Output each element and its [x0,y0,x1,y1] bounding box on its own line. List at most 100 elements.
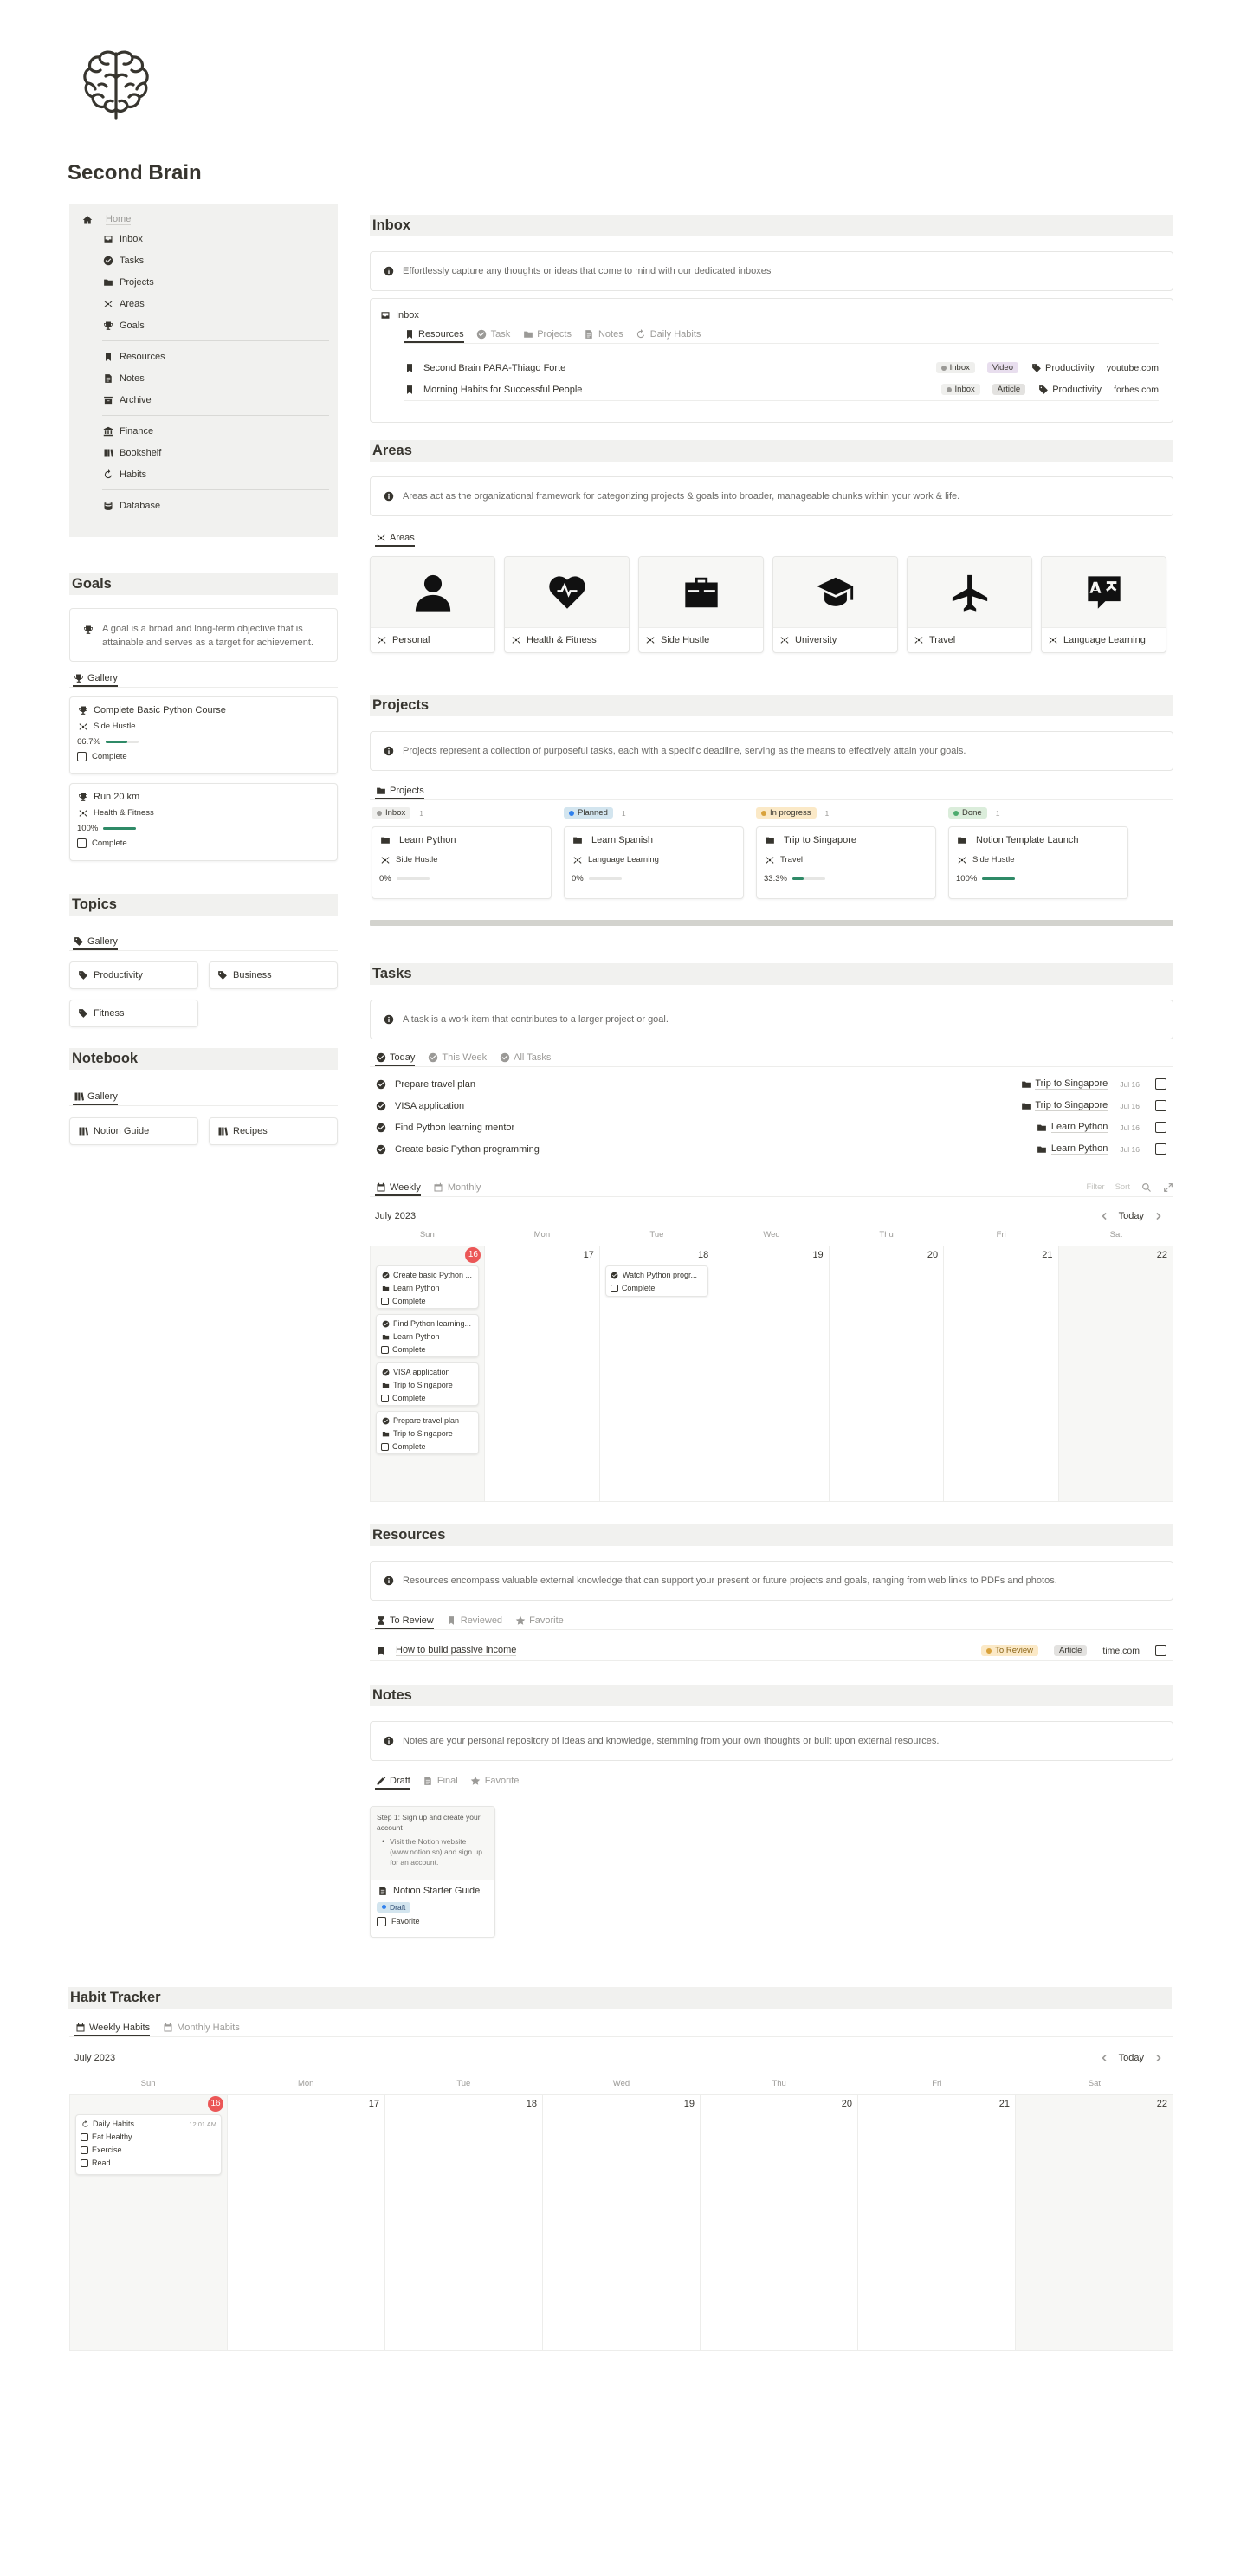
tab-today[interactable]: Today [375,1052,416,1066]
tab-projects[interactable]: Projects [375,785,424,799]
tab-favorite[interactable]: Favorite [514,1615,564,1629]
tab-areas[interactable]: Areas [375,532,415,547]
sort-button[interactable]: Sort [1115,1182,1130,1192]
goal-card[interactable]: Complete Basic Python Course Side Hustle… [69,696,338,774]
tab-monthly[interactable]: Monthly [433,1181,481,1196]
task-title[interactable]: VISA application [395,1101,464,1111]
sidebar-item-notes[interactable]: Notes [69,367,338,389]
sidebar-item-archive[interactable]: Archive [69,389,338,411]
goal-card[interactable]: Run 20 km Health & Fitness 100% Complete [69,783,338,861]
project-link[interactable]: Learn Python [1050,1143,1108,1155]
tab-reviewed[interactable]: Reviewed [446,1615,502,1629]
complete-checkbox[interactable] [77,838,87,848]
today-button[interactable]: Today [1119,1211,1144,1221]
sidebar-item-finance[interactable]: Finance [69,420,338,442]
sidebar-item-home[interactable]: Home [69,211,338,228]
list-item[interactable]: Find Python learning mentor Learn Python… [370,1119,1173,1138]
table-row[interactable]: Second Brain PARA-Thiago Forte Inbox Vid… [404,358,1159,379]
table-row[interactable]: How to build passive income To Review Ar… [370,1642,1173,1661]
complete-checkbox[interactable] [1155,1122,1166,1133]
tab-resources[interactable]: Resources [404,328,464,343]
tab-this-week[interactable]: This Week [427,1052,487,1066]
calendar-day[interactable]: 21 [857,2095,1015,2350]
tab-notes[interactable]: Notes [584,328,624,343]
project-card[interactable]: Learn Spanish Language Learning 0% [564,826,744,899]
topic-card[interactable]: Business [209,961,338,989]
favorite-checkbox[interactable] [377,1916,386,1926]
sidebar-item-tasks[interactable]: Tasks [69,249,338,271]
expand-icon[interactable] [1162,1181,1173,1193]
sidebar-item-inbox[interactable]: Inbox [69,228,338,249]
calendar-day[interactable]: 17 [227,2095,384,2350]
tab-task[interactable]: Task [476,328,510,343]
list-item[interactable]: Prepare travel plan Trip to Singapore Ju… [370,1076,1173,1095]
calendar-event[interactable]: Daily Habits 12:01 AM Eat Healthy Exercise… [75,2114,222,2175]
list-item[interactable]: VISA application Trip to Singapore Jul 1… [370,1097,1173,1116]
complete-checkbox[interactable] [1155,1100,1166,1111]
complete-checkbox[interactable] [381,1395,389,1402]
search-icon[interactable] [1140,1181,1152,1193]
tab-all-tasks[interactable]: All Tasks [499,1052,551,1066]
topic-card[interactable]: Productivity [69,961,198,989]
sidebar-item-habits[interactable]: Habits [69,463,338,485]
habit-checkbox[interactable] [81,2133,88,2141]
calendar-day[interactable]: 19 [542,2095,700,2350]
tab-weekly-habits[interactable]: Weekly Habits [74,2022,151,2036]
tab-projects[interactable]: Projects [522,328,572,343]
sidebar-item-goals[interactable]: Goals [69,314,338,336]
calendar-day[interactable]: 19 [714,1246,828,1501]
complete-checkbox[interactable] [1155,1143,1166,1155]
sidebar-item-projects[interactable]: Projects [69,271,338,293]
tab-to-review[interactable]: To Review [375,1615,434,1629]
calendar-day[interactable]: 17 [484,1246,598,1501]
calendar-event[interactable]: VISA application Trip to Singapore Compl… [376,1362,480,1406]
complete-checkbox[interactable] [381,1346,389,1354]
tab-gallery[interactable]: Gallery [73,672,118,687]
project-card[interactable]: Notion Template Launch Side Hustle 100% [948,826,1128,899]
tab-final[interactable]: Final [423,1775,458,1790]
chevron-right-icon[interactable] [1153,1210,1164,1221]
calendar-event[interactable]: Create basic Python ... Learn Python Com… [376,1265,480,1309]
calendar-day[interactable]: 22 [1015,2095,1173,2350]
calendar-day[interactable]: 20 [828,1246,943,1501]
project-link[interactable]: Trip to Singapore [1035,1100,1108,1111]
calendar-event[interactable]: Prepare travel plan Trip to Singapore Co… [376,1411,480,1454]
tab-monthly-habits[interactable]: Monthly Habits [162,2022,240,2036]
complete-checkbox[interactable] [610,1285,618,1292]
note-card[interactable]: Step 1: Sign up and create your account … [370,1806,495,1938]
source-link[interactable]: youtube.com [1107,363,1159,373]
complete-checkbox[interactable] [77,752,87,761]
tab-favorite[interactable]: Favorite [470,1775,519,1790]
chevron-left-icon[interactable] [1099,2052,1110,2063]
reviewed-checkbox[interactable] [1155,1645,1166,1656]
calendar-day[interactable]: 20 [700,2095,857,2350]
calendar-day[interactable]: 18 Watch Python progr... Complete [598,1246,714,1501]
tab-daily-habits[interactable]: Daily Habits [636,328,701,343]
project-link[interactable]: Trip to Singapore [1035,1078,1108,1090]
today-button[interactable]: Today [1119,2053,1144,2063]
complete-checkbox[interactable] [1155,1078,1166,1090]
notebook-card[interactable]: Recipes [209,1117,338,1145]
tab-gallery[interactable]: Gallery [73,1091,118,1105]
sidebar-item-database[interactable]: Database [69,495,338,516]
area-card[interactable]: Travel [907,556,1032,653]
complete-checkbox[interactable] [381,1443,389,1451]
board-scrollbar[interactable] [370,920,1173,926]
area-card[interactable]: University [772,556,898,653]
tab-draft[interactable]: Draft [375,1775,410,1790]
area-card[interactable]: Personal [370,556,495,653]
area-card[interactable]: Language Learning [1041,556,1166,653]
task-title[interactable]: Create basic Python programming [395,1144,540,1155]
table-row[interactable]: Morning Habits for Successful People Inb… [404,379,1159,401]
source-link[interactable]: time.com [1102,1646,1140,1656]
filter-button[interactable]: Filter [1086,1182,1104,1192]
calendar-event[interactable]: Watch Python progr... Complete [604,1265,709,1297]
area-card[interactable]: Health & Fitness [504,556,630,653]
sidebar-item-bookshelf[interactable]: Bookshelf [69,442,338,463]
topic-card[interactable]: Fitness [69,1000,198,1027]
project-card[interactable]: Learn Python Side Hustle 0% [372,826,552,899]
sidebar-item-areas[interactable]: Areas [69,293,338,314]
tab-gallery[interactable]: Gallery [73,935,118,950]
list-item[interactable]: Create basic Python programming Learn Py… [370,1141,1173,1160]
sidebar-item-resources[interactable]: Resources [69,346,338,367]
